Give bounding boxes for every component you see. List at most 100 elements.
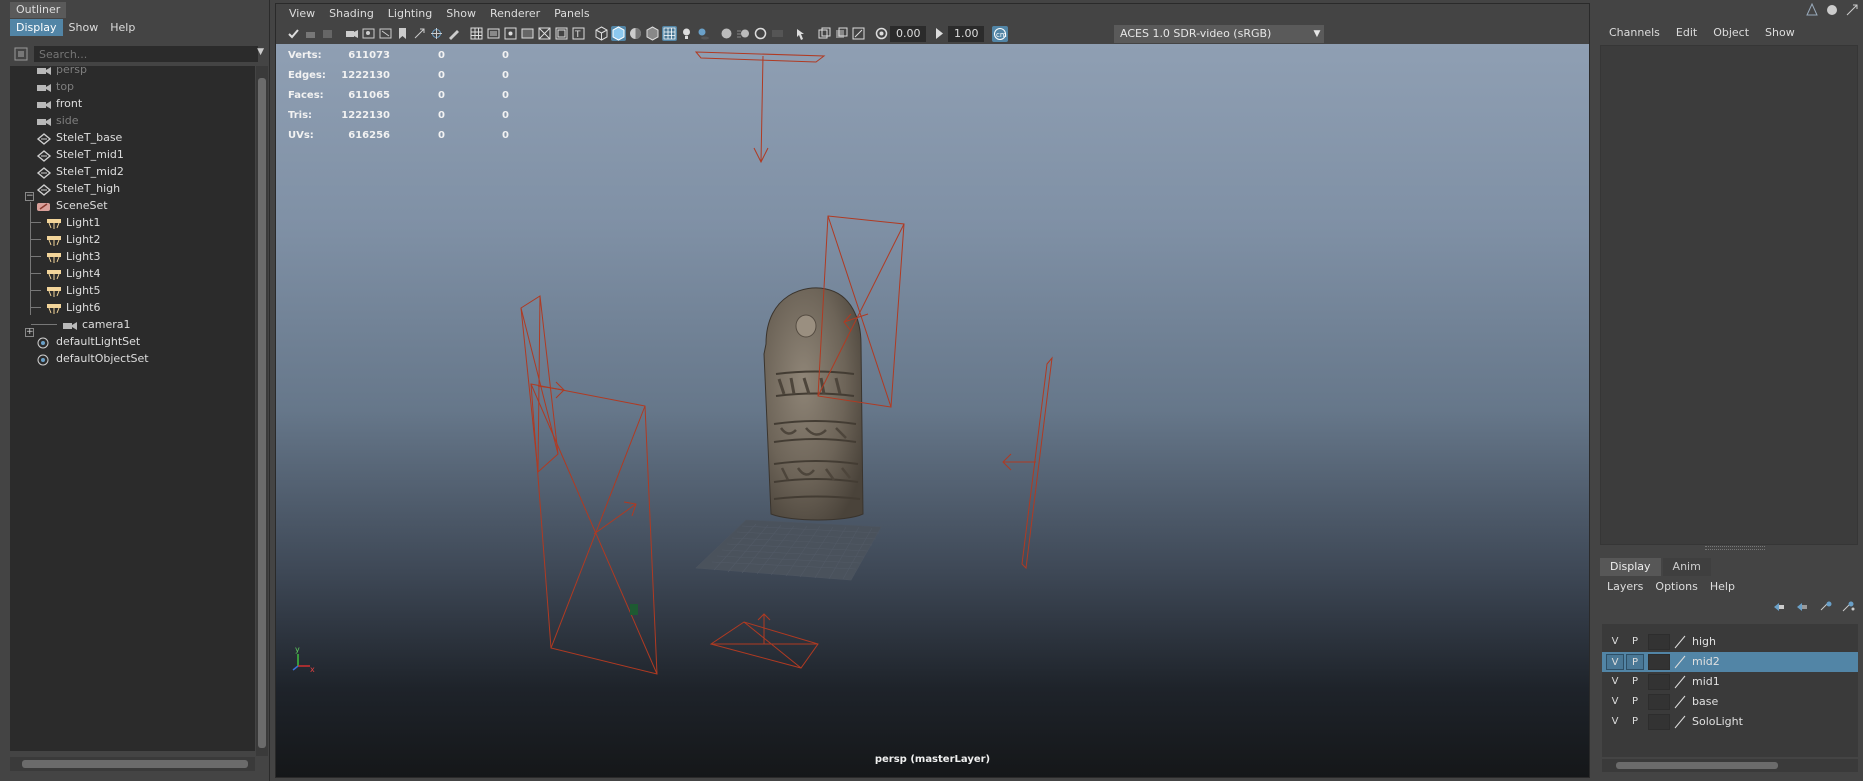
gamma-icon[interactable] xyxy=(932,26,947,41)
layer-visibility-toggle[interactable]: V xyxy=(1606,634,1624,650)
move-layer-down-icon[interactable] xyxy=(1795,600,1809,614)
resolution-gate-icon[interactable] xyxy=(503,26,518,41)
outliner-vertical-scrollbar[interactable] xyxy=(256,66,268,756)
viewport-menu-renderer[interactable]: Renderer xyxy=(483,4,547,24)
safe-action-icon[interactable] xyxy=(554,26,569,41)
outliner-horizontal-scrollbar[interactable] xyxy=(10,757,255,771)
camera-pan-icon[interactable] xyxy=(412,26,427,41)
grid-toggle-icon[interactable] xyxy=(469,26,484,41)
xray-joints-icon[interactable] xyxy=(851,26,866,41)
viewport-menu-lighting[interactable]: Lighting xyxy=(381,4,439,24)
viewport-menu-shading[interactable]: Shading xyxy=(322,4,381,24)
viewport-menu-view[interactable]: View xyxy=(282,4,322,24)
layer-color-swatch[interactable] xyxy=(1648,714,1670,730)
layer-row-base[interactable]: V Pbase xyxy=(1602,692,1858,712)
help-menu[interactable]: Help xyxy=(1704,578,1741,596)
viewport-3d-canvas[interactable]: y x Verts: 611073 0 0 Edges: 1222130 0 0 Faces: 6… xyxy=(276,44,1589,777)
exposure-field[interactable]: 0.00 xyxy=(890,26,926,42)
tool-settings-icon[interactable] xyxy=(1845,3,1859,17)
edit-menu[interactable]: Edit xyxy=(1668,22,1705,44)
grease-pencil-icon[interactable] xyxy=(446,26,461,41)
create-layer-from-selected-icon[interactable] xyxy=(1841,600,1855,614)
panel-splitter-handle[interactable] xyxy=(1705,546,1765,550)
use-all-lights-icon[interactable] xyxy=(679,26,694,41)
outliner-menu-show[interactable]: Show xyxy=(63,19,105,36)
lock-camera-icon[interactable] xyxy=(303,26,318,41)
two-d-pan-icon[interactable] xyxy=(429,26,444,41)
search-options-dropdown-icon[interactable]: ▼ xyxy=(257,47,264,57)
layer-playback-toggle[interactable]: P xyxy=(1626,634,1644,650)
channels-menu[interactable]: Channels xyxy=(1601,22,1668,44)
layer-row-high[interactable]: V Phigh xyxy=(1602,632,1858,652)
layer-visibility-toggle[interactable]: V xyxy=(1606,694,1624,710)
object-menu[interactable]: Object xyxy=(1705,22,1757,44)
film-gate-toggle-icon[interactable] xyxy=(486,26,501,41)
modeling-toolkit-icon[interactable] xyxy=(1805,2,1819,17)
outliner-item-defaultobjectset[interactable]: defaultObjectSet xyxy=(36,349,149,369)
outliner-menu-display[interactable]: Display xyxy=(10,19,63,36)
smooth-shade-icon[interactable] xyxy=(611,26,626,41)
outliner-title-tab[interactable]: Outliner xyxy=(10,2,67,18)
layer-visibility-toggle[interactable]: V xyxy=(1606,714,1624,730)
collapse-sceneset-icon[interactable]: − xyxy=(25,192,34,201)
layer-row-sololight[interactable]: V P SoloLight xyxy=(1602,712,1858,732)
tab-anim[interactable]: Anim xyxy=(1662,558,1711,576)
viewport-menu-panels[interactable]: Panels xyxy=(547,4,596,24)
layer-color-swatch[interactable] xyxy=(1648,694,1670,710)
bookmark-camera-icon[interactable] xyxy=(344,26,359,41)
select-camera-icon[interactable] xyxy=(286,26,301,41)
layer-color-swatch[interactable] xyxy=(1648,674,1670,690)
field-chart-icon[interactable] xyxy=(537,26,552,41)
shadows-icon[interactable] xyxy=(696,26,711,41)
wireframe-on-shaded-icon[interactable] xyxy=(645,26,660,41)
create-empty-layer-icon[interactable] xyxy=(1818,600,1832,614)
attribute-editor-icon[interactable] xyxy=(1825,3,1839,17)
filter-icon[interactable] xyxy=(12,45,30,63)
anti-aliasing-icon[interactable] xyxy=(753,26,768,41)
layer-playback-toggle[interactable]: P xyxy=(1626,674,1644,690)
default-material-icon[interactable] xyxy=(628,26,643,41)
screen-space-ao-icon[interactable] xyxy=(719,26,734,41)
light-manipulator-handle[interactable] xyxy=(630,604,638,615)
layer-row-mid1[interactable]: V Pmid1 xyxy=(1602,672,1858,692)
options-menu[interactable]: Options xyxy=(1649,578,1703,596)
outliner-menu-help[interactable]: Help xyxy=(104,19,141,36)
expand-defaultlightset-icon[interactable]: + xyxy=(25,328,34,337)
move-layer-up-icon[interactable] xyxy=(1772,600,1786,614)
viewport-menu-show[interactable]: Show xyxy=(439,4,483,24)
gamma-field[interactable]: 1.00 xyxy=(948,26,984,42)
xray-icon[interactable] xyxy=(817,26,832,41)
view-transform-label: ACES 1.0 SDR-video (sRGB) xyxy=(1120,27,1272,40)
image-plane-icon[interactable] xyxy=(361,26,376,41)
depth-of-field-icon[interactable] xyxy=(770,26,785,41)
outliner-tree: persp top front side SteleT_base SteleT_mid1 S… xyxy=(10,66,255,751)
layer-editor-horizontal-scrollbar[interactable] xyxy=(1602,759,1858,772)
gate-mask-icon[interactable] xyxy=(520,26,535,41)
layer-visibility-toggle[interactable]: V xyxy=(1606,654,1624,670)
isolate-select-icon[interactable] xyxy=(793,26,808,41)
layer-playback-toggle[interactable]: P xyxy=(1626,714,1644,730)
color-management-icon[interactable]: cm xyxy=(992,26,1008,42)
safe-title-icon[interactable]: T xyxy=(571,26,586,41)
exposure-icon[interactable] xyxy=(874,26,889,41)
textured-icon[interactable] xyxy=(662,26,677,41)
motion-blur-icon[interactable] xyxy=(736,26,751,41)
bookmark-icon[interactable] xyxy=(395,26,410,41)
outliner-item-label: defaultLightSet xyxy=(56,335,141,348)
xray-active-components-icon[interactable] xyxy=(834,26,849,41)
wireframe-icon[interactable] xyxy=(594,26,609,41)
camera-attributes-icon[interactable] xyxy=(320,26,335,41)
chevron-down-icon[interactable]: ▼ xyxy=(1310,25,1324,43)
layer-playback-toggle[interactable]: P xyxy=(1626,654,1644,670)
film-gate-icon[interactable] xyxy=(378,26,393,41)
outliner-search-input[interactable] xyxy=(34,46,258,62)
show-menu[interactable]: Show xyxy=(1757,22,1803,44)
view-transform-dropdown[interactable]: ACES 1.0 SDR-video (sRGB) ▼ xyxy=(1114,25,1324,43)
layer-color-swatch[interactable] xyxy=(1648,654,1670,670)
layer-row-mid2[interactable]: V Pmid2 xyxy=(1602,652,1858,672)
layer-color-swatch[interactable] xyxy=(1648,634,1670,650)
layer-visibility-toggle[interactable]: V xyxy=(1606,674,1624,690)
tab-display[interactable]: Display xyxy=(1600,558,1661,576)
layer-playback-toggle[interactable]: P xyxy=(1626,694,1644,710)
layers-menu[interactable]: Layers xyxy=(1601,578,1649,596)
